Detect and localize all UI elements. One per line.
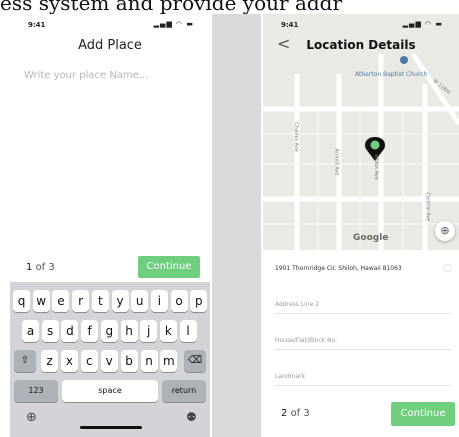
key-n[interactable]: n (140, 350, 158, 372)
keyboard: qwertyuiop asdfghjkl ⇧ ⌫ zxcvbnm 123 spa… (10, 282, 210, 437)
status-bar: 9:41 ▂▄▆ ◠ ▬ (10, 18, 210, 32)
key-h[interactable]: h (120, 320, 138, 342)
house-number-input[interactable] (275, 337, 445, 344)
key-o[interactable]: o (170, 290, 188, 312)
place-name-input[interactable]: Write your place Name... (24, 70, 148, 81)
divider-gutter (212, 14, 261, 437)
shift-key[interactable]: ⇧ (14, 350, 36, 372)
key-t[interactable]: t (91, 290, 109, 312)
google-logo: Google (353, 233, 389, 243)
status-time: 9:41 (28, 21, 46, 29)
home-indicator (80, 426, 142, 429)
key-g[interactable]: g (100, 320, 118, 342)
key-l[interactable]: l (179, 320, 197, 342)
continue-button[interactable]: Continue (391, 402, 455, 426)
key-e[interactable]: e (52, 290, 70, 312)
add-place-screen: 9:41 ▂▄▆ ◠ ▬ Add Place Write your place … (10, 14, 210, 437)
step-indicator: 1 of 3 (26, 262, 55, 273)
key-z[interactable]: z (41, 350, 58, 372)
key-c[interactable]: c (80, 350, 98, 372)
microphone-icon[interactable]: ⚉ (186, 410, 197, 424)
address-line-2-input[interactable] (275, 301, 445, 308)
key-j[interactable]: j (140, 320, 158, 342)
step-current: 2 (281, 408, 288, 419)
globe-icon[interactable]: ⊕ (26, 410, 37, 425)
key-s[interactable]: s (41, 320, 59, 342)
page-title: Location Details (306, 38, 416, 52)
street-label: Central Ave (424, 192, 431, 222)
key-f[interactable]: f (81, 320, 99, 342)
step-indicator: 2 of 3 (281, 408, 310, 419)
landmark-input[interactable] (275, 373, 445, 380)
address-line-2-field[interactable] (275, 291, 451, 314)
key-i[interactable]: i (150, 290, 168, 312)
location-details-screen: < Location Details Atherton Baptist Chur… (263, 14, 459, 437)
status-bar: 9:41 ▂▄▆ ◠ ▬ (263, 18, 459, 32)
continue-button[interactable]: Continue (138, 256, 200, 278)
key-x[interactable]: x (60, 350, 78, 372)
clear-icon[interactable]: ◯ (443, 263, 452, 272)
key-w[interactable]: w (32, 290, 50, 312)
map-view[interactable]: < Location Details Atherton Baptist Chur… (263, 14, 459, 250)
step-current: 1 (26, 262, 33, 273)
key-d[interactable]: d (61, 320, 79, 342)
key-v[interactable]: v (100, 350, 118, 372)
space-key[interactable]: space (62, 380, 158, 402)
backspace-key[interactable]: ⌫ (184, 350, 206, 372)
map-poi-label: Atherton Baptist Church (355, 71, 428, 78)
status-time: 9:41 (281, 21, 299, 29)
street-label: Willox Ave (372, 154, 379, 180)
landmark-field[interactable] (275, 363, 451, 386)
key-y[interactable]: y (111, 290, 129, 312)
street-label: Arnold Ave (333, 148, 340, 176)
signal-wifi-battery-icon: ▂▄▆ ◠ ▬ (153, 20, 194, 28)
step-total: of 3 (35, 262, 55, 273)
signal-wifi-battery-icon: ▂▄▆ ◠ ▬ (402, 20, 443, 28)
key-r[interactable]: r (72, 290, 90, 312)
address-text: 1901 Thornridge Cir. Shiloh, Hawaii 8106… (275, 265, 402, 272)
my-location-icon[interactable]: ⊕ (435, 221, 455, 241)
street-label: Charles Ave (292, 122, 299, 152)
key-q[interactable]: q (13, 290, 30, 312)
step-total: of 3 (290, 408, 310, 419)
key-b[interactable]: b (120, 350, 138, 372)
key-a[interactable]: a (22, 320, 39, 342)
key-m[interactable]: m (160, 350, 178, 372)
return-key[interactable]: return (162, 380, 206, 402)
key-u[interactable]: u (131, 290, 149, 312)
page-title: Add Place (78, 38, 142, 53)
numbers-key[interactable]: 123 (14, 380, 58, 402)
key-k[interactable]: k (159, 320, 177, 342)
key-p[interactable]: p (190, 290, 208, 312)
house-number-field[interactable] (275, 327, 451, 350)
